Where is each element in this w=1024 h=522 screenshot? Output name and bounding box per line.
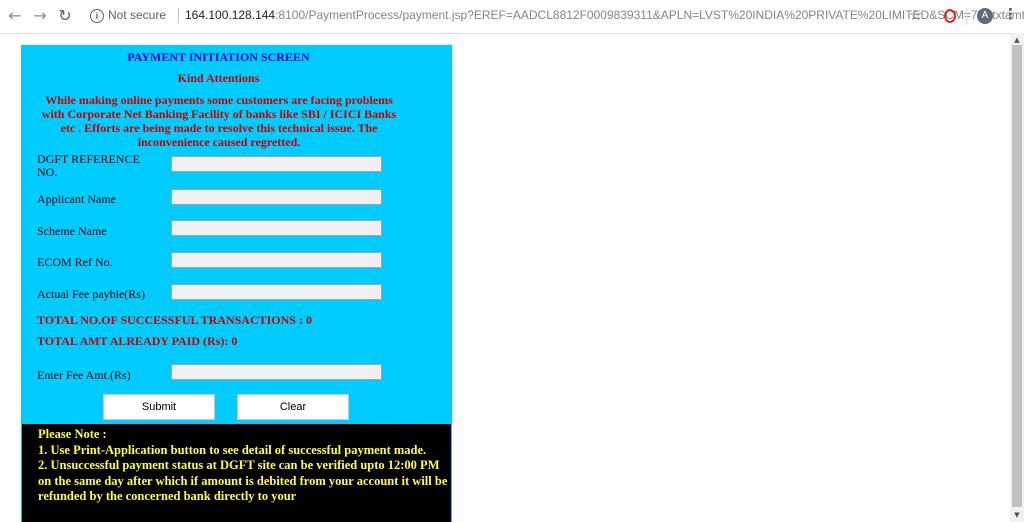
security-label: Not secure: [108, 8, 167, 22]
total-amount-text: TOTAL AMT ALREADY PAID (Rs): 0: [37, 334, 238, 348]
clear-button[interactable]: Clear: [237, 394, 349, 420]
browser-toolbar: ← → ↻ i Not secure 164.100.128.144:8100/…: [0, 0, 1024, 34]
address-divider: [178, 8, 179, 23]
payment-panel: PAYMENT INITIATION SCREEN Kind Attention…: [21, 45, 452, 522]
applicant-name-label: Applicant Name: [37, 192, 116, 206]
url-text[interactable]: 164.100.128.144:8100/PaymentProcess/paym…: [185, 8, 1024, 22]
notes-text: Please Note : 1. Use Print-Application b…: [38, 427, 448, 505]
applicant-name-input[interactable]: [171, 189, 382, 205]
submit-button[interactable]: Submit: [103, 394, 215, 420]
fee-amount-input[interactable]: [171, 364, 382, 380]
page-title: PAYMENT INITIATION SCREEN: [127, 50, 310, 64]
star-icon[interactable]: ☆: [909, 6, 922, 24]
avatar[interactable]: A: [977, 8, 993, 24]
total-transactions-text: TOTAL NO.OF SUCCESSFUL TRANSACTIONS : 0: [37, 313, 312, 327]
attention-message: While making online payments some custom…: [41, 93, 397, 149]
dgft-reference-input[interactable]: [171, 156, 382, 172]
notes-line-1: 1. Use Print-Application button to see d…: [38, 442, 427, 457]
scroll-up-arrow-icon[interactable]: ▲: [1010, 35, 1024, 45]
scheme-name-label: Scheme Name: [37, 224, 107, 238]
url-host: 164.100.128.144: [185, 8, 276, 22]
notes-box: Please Note : 1. Use Print-Application b…: [21, 423, 452, 522]
toolbar-divider: [966, 9, 967, 25]
attention-title: Kind Attentions: [177, 71, 260, 85]
ecom-ref-label: ECOM Ref No.: [37, 255, 113, 269]
info-icon[interactable]: i: [90, 9, 104, 23]
menu-dots-icon[interactable]: ⋮: [1003, 5, 1018, 23]
reload-icon[interactable]: ↻: [56, 7, 74, 25]
actual-fee-input[interactable]: [171, 284, 382, 300]
back-arrow-icon[interactable]: ←: [6, 7, 24, 25]
address-bar[interactable]: i Not secure 164.100.128.144:8100/Paymen…: [84, 4, 1024, 28]
dgft-reference-label: DGFT REFERENCE NO.: [37, 152, 140, 179]
fee-amount-label: Enter Fee Amt.(Rs): [37, 368, 131, 382]
vertical-scrollbar[interactable]: ▲ ▼: [1010, 33, 1024, 522]
ecom-ref-input[interactable]: [171, 252, 382, 268]
forward-arrow-icon[interactable]: →: [31, 7, 49, 25]
notes-line-2: 2. Unsuccessful payment status at DGFT s…: [38, 458, 448, 503]
actual-fee-label: Actual Fee payble(Rs): [37, 287, 145, 301]
notes-heading: Please Note :: [38, 427, 107, 441]
scroll-down-arrow-icon[interactable]: ▼: [1010, 510, 1024, 520]
scheme-name-input[interactable]: [171, 220, 382, 236]
opera-icon[interactable]: [944, 9, 956, 23]
scrollbar-thumb[interactable]: [1012, 45, 1022, 507]
